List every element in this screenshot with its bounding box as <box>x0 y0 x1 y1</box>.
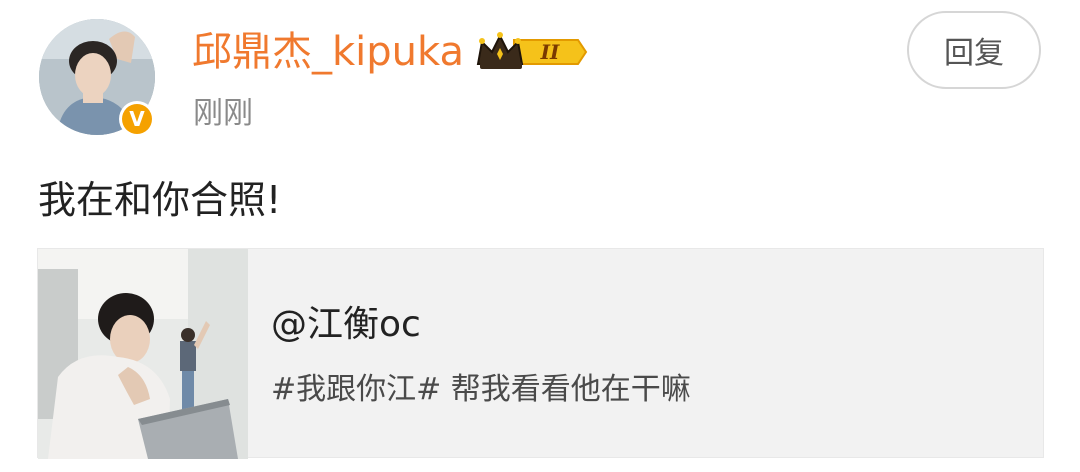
avatar[interactable]: V <box>39 19 155 137</box>
card-title[interactable]: @江衡oc <box>271 299 421 351</box>
verified-v-icon: V <box>119 101 155 137</box>
vip-level-text: II <box>540 40 560 64</box>
post-text: 我在和你合照! <box>38 178 282 222</box>
timestamp: 刚刚 <box>193 96 253 131</box>
card-description[interactable]: #我跟你江# 帮我看看他在干嘛 <box>271 367 691 413</box>
author-row: 邱鼎杰_kipuka II <box>192 26 590 78</box>
crown-vip-icon[interactable]: II <box>474 30 590 74</box>
linked-card[interactable]: @江衡oc #我跟你江# 帮我看看他在干嘛 <box>37 248 1044 459</box>
author-name[interactable]: 邱鼎杰_kipuka <box>192 26 464 78</box>
weibo-comment: V 邱鼎杰_kipuka II 刚刚 回复 我在和你合照! @江衡oc #我跟你… <box>0 0 1080 472</box>
photo-thumbnail <box>38 249 248 459</box>
reply-button[interactable]: 回复 <box>907 11 1041 89</box>
